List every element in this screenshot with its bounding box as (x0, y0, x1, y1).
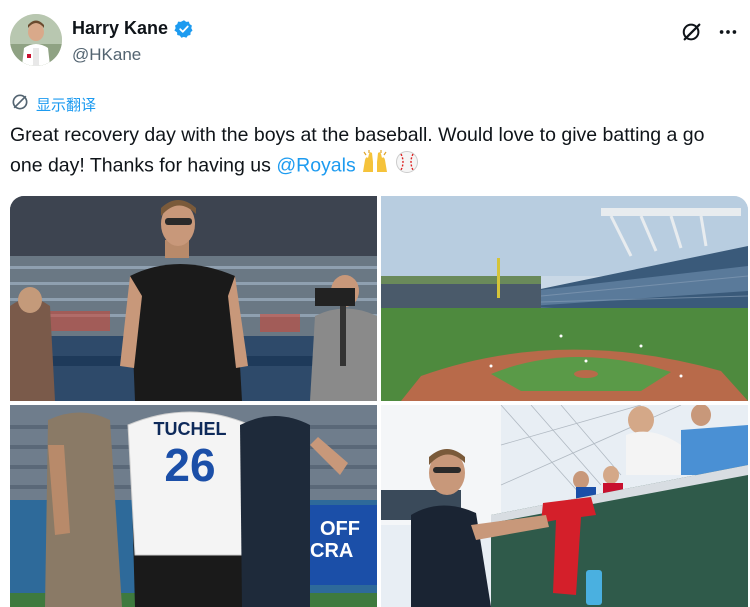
grok-icon[interactable] (680, 20, 704, 44)
user-handle[interactable]: @HKane (72, 45, 194, 65)
tweet-body: Great recovery day with the boys at the … (10, 124, 705, 177)
display-name[interactable]: Harry Kane (72, 18, 168, 39)
mention-link[interactable]: @Royals (276, 155, 355, 177)
board-text-2: CRA (310, 540, 353, 562)
photo-tuchel-jersey[interactable]: OFF CRA TUCHEL 26 (10, 405, 377, 607)
board-text-1: OFF (320, 518, 360, 540)
jersey-number: 26 (164, 439, 215, 491)
photo-signing-autographs[interactable] (381, 405, 748, 607)
photo-stadium-portrait[interactable] (10, 196, 377, 401)
baseball-icon (395, 150, 419, 183)
verified-badge-icon (174, 19, 194, 39)
avatar[interactable] (10, 14, 62, 66)
show-translation-button[interactable]: 显示翻译 (10, 92, 96, 116)
translate-label: 显示翻译 (36, 96, 97, 114)
jersey-name: TUCHEL (154, 419, 227, 439)
more-icon[interactable] (716, 20, 740, 44)
raising-hands-icon (361, 150, 389, 183)
translate-icon (10, 92, 30, 116)
tweet-text: Great recovery day with the boys at the … (10, 120, 730, 183)
tweet-header: Harry Kane @HKane (10, 12, 740, 72)
media-grid: OFF CRA TUCHEL 26 (10, 196, 748, 607)
photo-stadium-field[interactable] (381, 196, 748, 401)
